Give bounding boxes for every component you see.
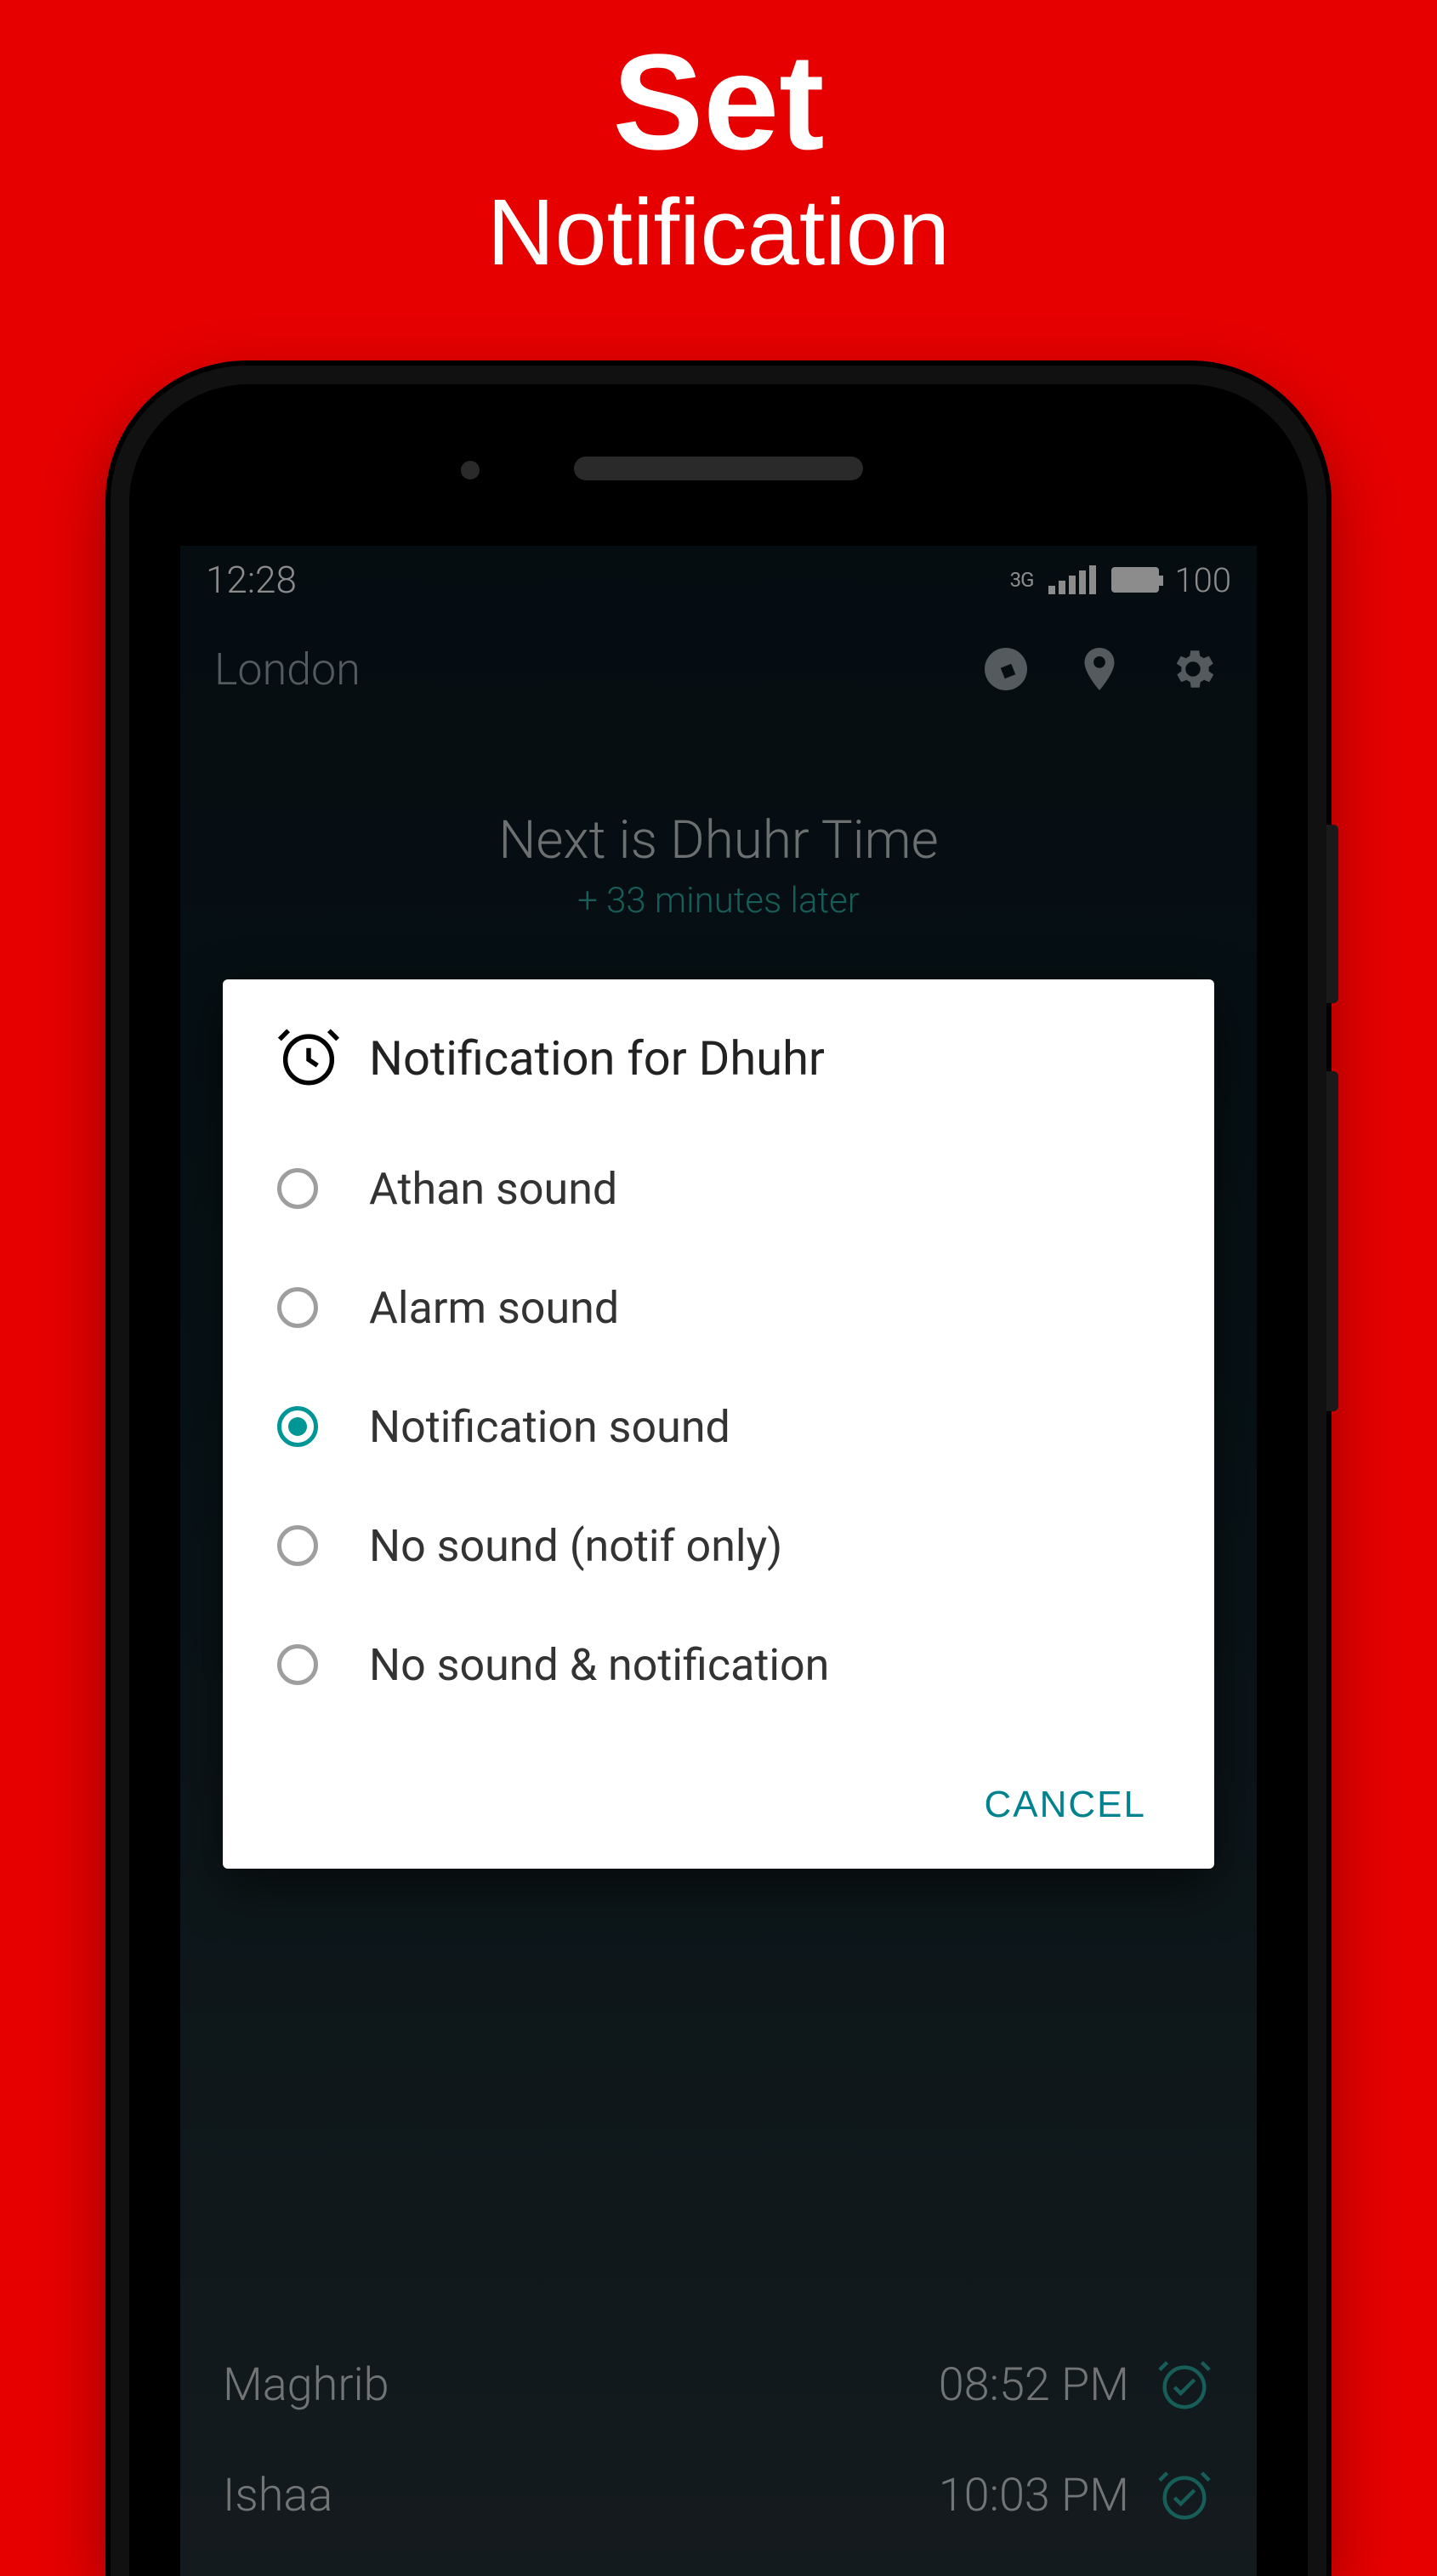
cancel-button[interactable]: CANCEL [976,1767,1156,1843]
dialog-title: Notification for Dhuhr [369,1030,825,1087]
option-no-sound[interactable]: No sound (notif only) [265,1486,1172,1605]
option-label: No sound & notification [369,1639,829,1691]
option-notification[interactable]: Notification sound [265,1367,1172,1486]
option-none[interactable]: No sound & notification [265,1605,1172,1724]
promo-line2: Notification [0,179,1437,287]
phone-side-button [1326,825,1338,1003]
radio-icon [277,1287,318,1328]
speaker-grill [574,457,863,480]
notification-dialog: Notification for Dhuhr Athan sound Alarm… [223,979,1214,1869]
radio-icon [277,1168,318,1209]
option-alarm[interactable]: Alarm sound [265,1248,1172,1367]
screen: 12:28 3G 100 London [180,546,1257,2576]
option-label: Alarm sound [369,1282,619,1334]
dialog-actions: CANCEL [265,1767,1172,1843]
phone-volume-button [1326,1071,1338,1411]
radio-icon [277,1525,318,1566]
phone-frame: 12:28 3G 100 London [111,366,1326,2576]
phone-bezel: 12:28 3G 100 London [129,384,1308,2576]
radio-icon-selected [277,1406,318,1447]
dialog-header: Notification for Dhuhr [265,1022,1172,1095]
option-label: No sound (notif only) [369,1520,782,1572]
promo-line1: Set [0,34,1437,170]
promo-heading: Set Notification [0,0,1437,287]
alarm-clock-icon [274,1022,344,1095]
radio-icon [277,1644,318,1685]
option-athan[interactable]: Athan sound [265,1129,1172,1248]
option-label: Athan sound [369,1163,617,1215]
front-camera [461,461,480,479]
option-label: Notification sound [369,1401,730,1453]
